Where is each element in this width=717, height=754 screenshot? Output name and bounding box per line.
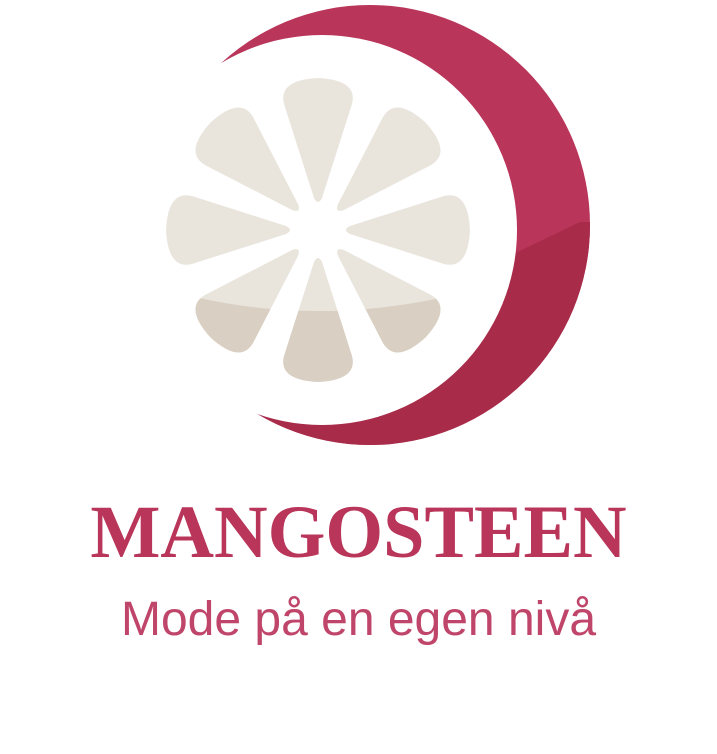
brand-tagline: Mode på en egen nivå [120,593,597,646]
mangosteen-fruit-icon [150,5,590,445]
brand-name: MANGOSTEEN [90,491,627,574]
